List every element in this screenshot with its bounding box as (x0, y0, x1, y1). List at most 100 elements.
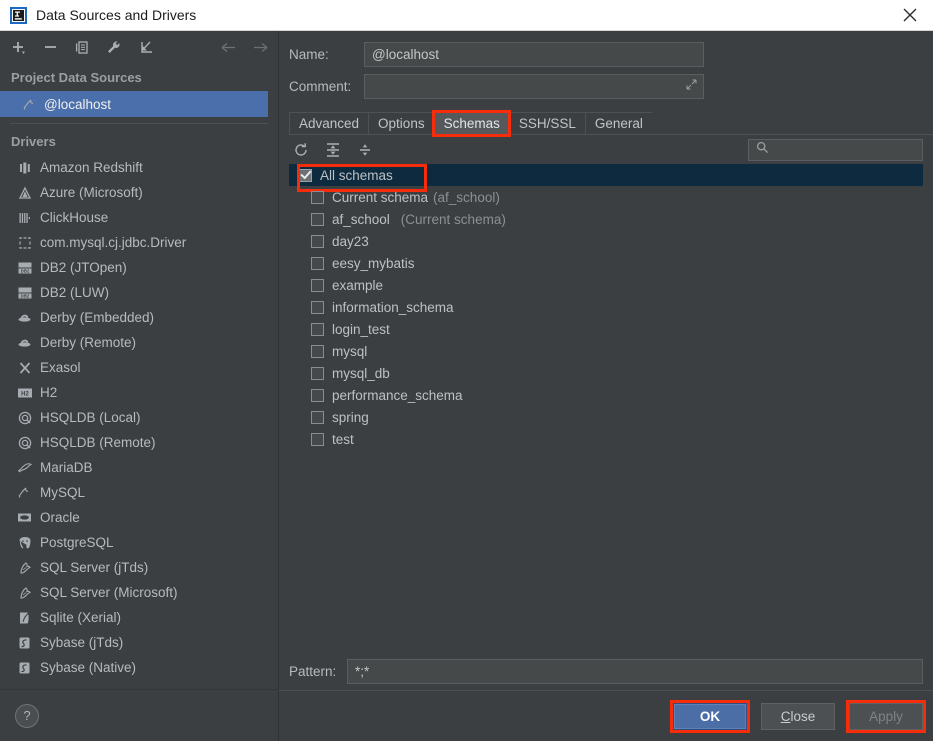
driver-item-hsqldb-remote-[interactable]: HSQLDB (Remote) (0, 430, 278, 455)
schema-checkbox[interactable] (311, 212, 324, 226)
driver-item-h2[interactable]: H2 H2 (0, 380, 278, 405)
schema-label: Current schema (332, 189, 429, 205)
window-titlebar: Data Sources and Drivers (0, 0, 933, 31)
schema-checkbox[interactable] (311, 256, 324, 270)
driver-item-mysql[interactable]: MySQL (0, 480, 278, 505)
refresh-icon[interactable] (291, 140, 310, 159)
driver-item-derby-remote-[interactable]: Derby (Remote) (0, 330, 278, 355)
tab-schemas[interactable]: Schemas (431, 110, 511, 137)
schema-checkbox[interactable] (311, 278, 324, 292)
arrow-right-icon[interactable] (250, 38, 270, 58)
driver-item-postgresql[interactable]: PostgreSQL (0, 530, 278, 555)
schema-item-eesy-mybatis[interactable]: eesy_mybatis (289, 252, 923, 274)
import-arrow-icon[interactable] (136, 38, 156, 58)
wrench-icon[interactable] (104, 38, 124, 58)
schema-checkbox[interactable] (311, 388, 324, 402)
pattern-input[interactable]: *;* (347, 658, 923, 684)
schema-item-mysql[interactable]: mysql (289, 340, 923, 362)
plus-icon[interactable] (8, 38, 28, 58)
close-icon[interactable] (887, 0, 933, 31)
tabbar-underline (289, 134, 933, 135)
schema-item-mysql-db[interactable]: mysql_db (289, 362, 923, 384)
comment-row: Comment: (279, 70, 933, 102)
data-source-item--localhost[interactable]: @localhost (0, 91, 278, 117)
schema-item-day23[interactable]: day23 (289, 230, 923, 252)
expand-all-icon[interactable] (323, 140, 342, 159)
name-input[interactable]: @localhost (364, 41, 704, 67)
schema-item-af-school[interactable]: af_school (Current schema) (289, 208, 923, 230)
driver-label: Azure (Microsoft) (40, 185, 143, 200)
driver-label: HSQLDB (Local) (40, 410, 141, 425)
schema-item-current-schema[interactable]: Current schema (af_school) (289, 186, 923, 208)
tab-advanced[interactable]: Advanced (289, 112, 369, 135)
expand-icon[interactable] (686, 79, 697, 93)
collapse-all-icon[interactable] (355, 140, 374, 159)
pattern-row: Pattern: *;* (279, 652, 933, 690)
schema-label: mysql_db (332, 365, 390, 381)
schema-checkbox[interactable] (311, 234, 324, 248)
schema-item-test[interactable]: test (289, 428, 923, 450)
driver-item-oracle[interactable]: Oracle (0, 505, 278, 530)
schema-checkbox[interactable] (311, 322, 324, 336)
schema-checkbox[interactable] (311, 190, 324, 204)
driver-label: DB2 (LUW) (40, 285, 110, 300)
h2-icon: H2 (12, 387, 37, 399)
schema-label: mysql (332, 343, 368, 359)
schema-item-all-schemas[interactable]: All schemas (289, 164, 923, 192)
apply-button[interactable]: Apply (846, 699, 926, 733)
schema-checkbox[interactable] (299, 168, 312, 182)
azure-icon (12, 186, 37, 200)
tab-options[interactable]: Options (368, 112, 434, 135)
schema-checkbox[interactable] (311, 432, 324, 446)
derby-icon (12, 311, 37, 325)
driver-item-sybase-native-[interactable]: Sybase (Native) (0, 655, 278, 680)
schema-label: af_school (332, 211, 390, 227)
driver-label: Derby (Remote) (40, 335, 137, 350)
minus-icon[interactable] (40, 38, 60, 58)
redshift-icon (12, 161, 37, 175)
driver-item-com-mysql-cj-jdbc-driver[interactable]: com.mysql.cj.jdbc.Driver (0, 230, 278, 255)
schema-checkbox[interactable] (311, 410, 324, 424)
driver-item-db2-jtopen-[interactable]: DB2 DB2 (JTOpen) (0, 255, 278, 280)
driver-item-sybase-jtds-[interactable]: Sybase (jTds) (0, 630, 278, 655)
window-title: Data Sources and Drivers (36, 7, 197, 23)
schema-label: example (332, 277, 384, 293)
tab-ssh-ssl[interactable]: SSH/SSL (508, 112, 585, 135)
driver-item-mariadb[interactable]: MariaDB (0, 455, 278, 480)
driver-item-db2-luw-[interactable]: DB2 DB2 (LUW) (0, 280, 278, 305)
driver-item-amazon-redshift[interactable]: Amazon Redshift (0, 155, 278, 180)
driver-item-exasol[interactable]: Exasol (0, 355, 278, 380)
comment-input[interactable] (364, 73, 704, 99)
driver-item-derby-embedded-[interactable]: Derby (Embedded) (0, 305, 278, 330)
driver-item-sqlite-xerial-[interactable]: Sqlite (Xerial) (0, 605, 278, 630)
driver-label: com.mysql.cj.jdbc.Driver (40, 235, 187, 250)
schema-item-spring[interactable]: spring (289, 406, 923, 428)
schema-checkbox[interactable] (311, 300, 324, 314)
intellij-idea-logo-icon (10, 6, 27, 24)
schema-item-login-test[interactable]: login_test (289, 318, 923, 340)
close-button[interactable]: Close (761, 702, 835, 730)
driver-item-sql-server-jtds-[interactable]: SQL Server (jTds) (0, 555, 278, 580)
driver-item-clickhouse[interactable]: ClickHouse (0, 205, 278, 230)
help-button[interactable]: ? (15, 703, 39, 728)
db2-icon: DB2 (12, 261, 37, 275)
sqlserver-icon (12, 586, 37, 600)
sidebar-scrollbar-track[interactable] (268, 64, 278, 689)
schema-item-example[interactable]: example (289, 274, 923, 296)
sidebar-toolbar (0, 31, 278, 64)
schema-item-information-schema[interactable]: information_schema (289, 296, 923, 318)
mysql-icon (12, 485, 37, 500)
tab-general[interactable]: General (584, 112, 652, 135)
arrow-left-icon[interactable] (218, 38, 238, 58)
driver-item-hsqldb-local-[interactable]: HSQLDB (Local) (0, 405, 278, 430)
schema-checkbox[interactable] (311, 344, 324, 358)
copy-icon[interactable] (72, 38, 92, 58)
ok-button[interactable]: OK (670, 699, 750, 733)
driver-item-sql-server-microsoft-[interactable]: SQL Server (Microsoft) (0, 580, 278, 605)
project-data-sources-label: Project Data Sources (11, 70, 142, 85)
driver-item-azure-microsoft-[interactable]: Azure (Microsoft) (0, 180, 278, 205)
schema-checkbox[interactable] (311, 366, 324, 380)
schema-item-performance-schema[interactable]: performance_schema (289, 384, 923, 406)
schema-search-input[interactable] (748, 138, 923, 161)
driver-label: Sybase (jTds) (40, 635, 124, 650)
